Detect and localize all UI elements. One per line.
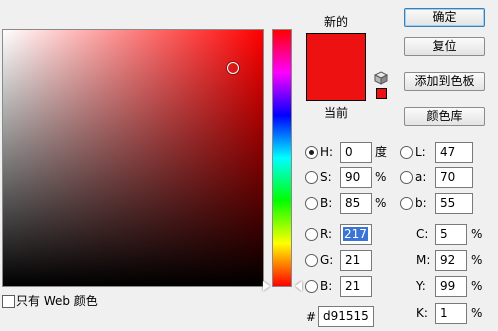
yellow-unit: % xyxy=(471,279,483,293)
red-field[interactable]: 217 xyxy=(340,224,372,245)
lab-b-radio[interactable] xyxy=(400,197,413,210)
blue-label: B: xyxy=(320,279,333,293)
hue-unit: 度 xyxy=(375,145,388,159)
lab-b-label: b: xyxy=(415,196,427,210)
new-color-swatch xyxy=(306,33,366,101)
out-of-web-gamut-cube-icon[interactable] xyxy=(374,71,388,85)
red-radio[interactable] xyxy=(305,228,318,241)
only-web-colors-label: 只有 Web 颜色 xyxy=(16,294,98,308)
magenta-field[interactable]: 92 xyxy=(435,250,467,271)
hue-field[interactable]: 0 xyxy=(340,142,372,163)
brightness-unit: % xyxy=(375,196,387,210)
lab-a-label: a: xyxy=(415,170,427,184)
yellow-field[interactable]: 99 xyxy=(435,276,467,297)
current-color-label: 当前 xyxy=(323,106,348,120)
hue-slider-handle-right[interactable] xyxy=(295,281,302,291)
ok-button[interactable]: 确定 xyxy=(404,8,485,27)
green-radio[interactable] xyxy=(305,254,318,267)
lab-b-field[interactable]: 55 xyxy=(435,193,473,214)
only-web-colors-checkbox[interactable] xyxy=(2,295,15,308)
cyan-field[interactable]: 5 xyxy=(435,224,467,245)
saturation-field[interactable]: 90 xyxy=(340,167,372,188)
hex-label: # xyxy=(306,310,317,324)
brightness-radio[interactable] xyxy=(305,197,318,210)
cyan-unit: % xyxy=(471,227,483,241)
brightness-label: B: xyxy=(320,196,333,210)
brightness-field[interactable]: 85 xyxy=(340,193,372,214)
green-field[interactable]: 21 xyxy=(340,250,372,271)
lab-a-field[interactable]: 70 xyxy=(435,167,473,188)
yellow-label: Y: xyxy=(416,279,426,293)
hue-slider-handle-left[interactable] xyxy=(263,281,270,291)
black-label: K: xyxy=(416,306,428,320)
magenta-label: M: xyxy=(416,253,431,267)
lab-l-radio[interactable] xyxy=(400,146,413,159)
blue-radio[interactable] xyxy=(305,280,318,293)
red-label: R: xyxy=(320,227,333,241)
add-to-swatches-button[interactable]: 添加到色板 xyxy=(404,72,485,91)
red-field-value: 217 xyxy=(343,227,368,241)
lab-l-field[interactable]: 47 xyxy=(435,142,473,163)
hue-label: H: xyxy=(320,145,334,159)
lab-a-radio[interactable] xyxy=(400,171,413,184)
black-unit: % xyxy=(471,306,483,320)
color-libraries-button[interactable]: 颜色库 xyxy=(404,107,485,126)
reset-button[interactable]: 复位 xyxy=(404,37,485,56)
green-label: G: xyxy=(320,253,334,267)
saturation-radio[interactable] xyxy=(305,171,318,184)
hue-slider[interactable] xyxy=(272,29,292,287)
blue-field[interactable]: 21 xyxy=(340,276,372,297)
saturation-label: S: xyxy=(320,170,332,184)
hex-field[interactable]: d91515 xyxy=(318,306,374,327)
hue-radio[interactable] xyxy=(305,146,318,159)
cyan-label: C: xyxy=(416,227,429,241)
web-safe-color-swatch[interactable] xyxy=(376,88,387,99)
new-color-label: 新的 xyxy=(323,15,348,29)
saturation-unit: % xyxy=(375,170,387,184)
color-field[interactable] xyxy=(2,29,264,287)
black-field[interactable]: 1 xyxy=(435,303,467,324)
color-picker-ring[interactable] xyxy=(227,62,239,74)
lab-l-label: L: xyxy=(415,145,426,159)
magenta-unit: % xyxy=(471,253,483,267)
